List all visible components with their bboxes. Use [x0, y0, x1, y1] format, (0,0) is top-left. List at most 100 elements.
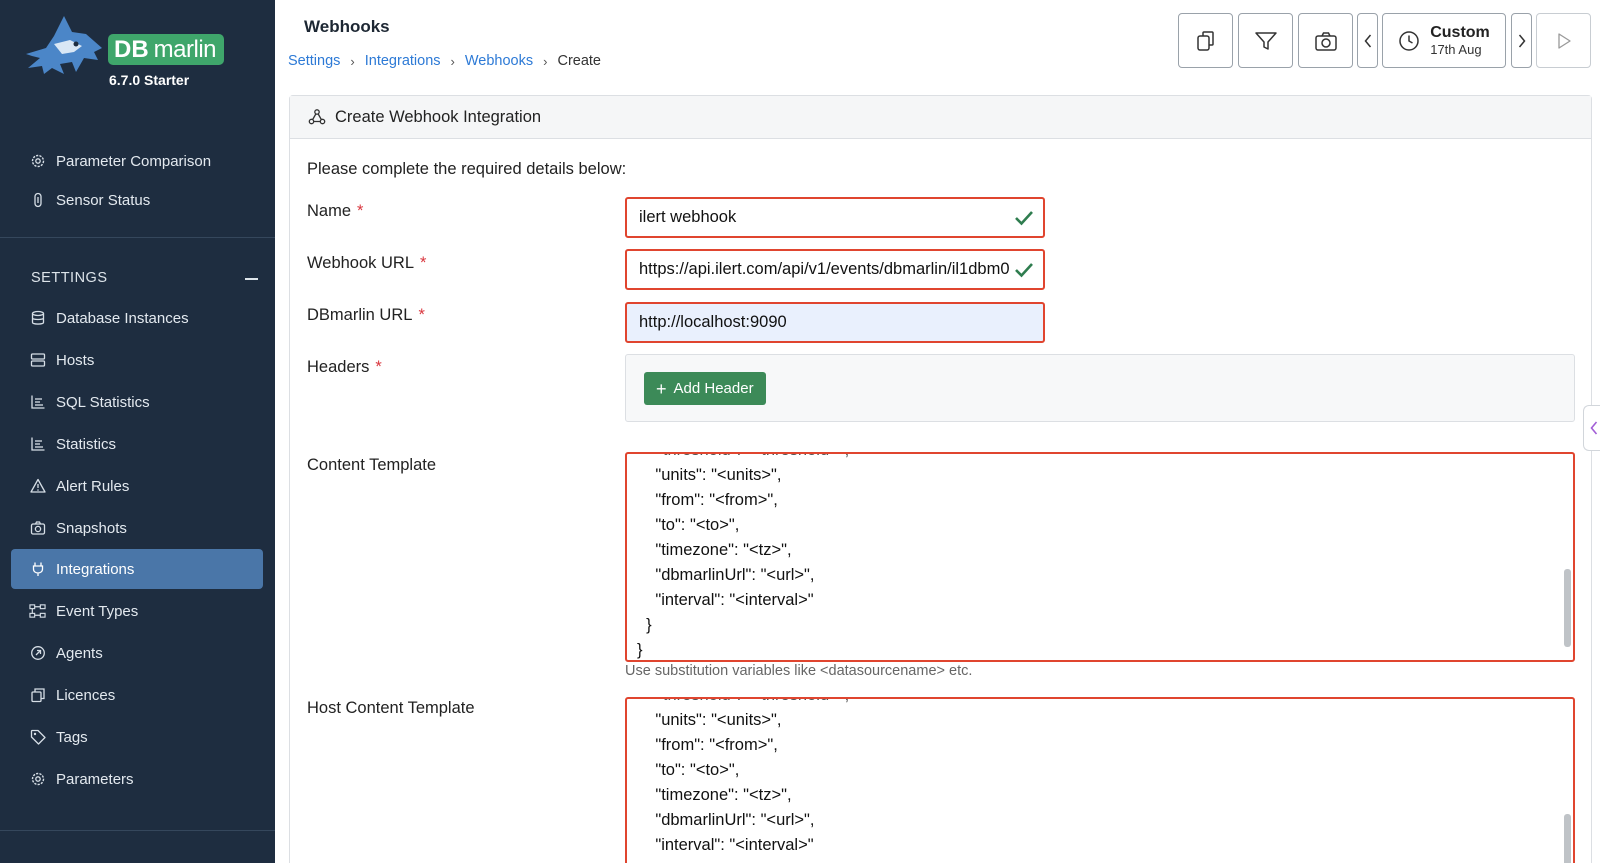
sidebar-item-label: Event Types	[56, 602, 139, 620]
sidebar-divider	[0, 237, 275, 238]
snapshot-button[interactable]	[1298, 13, 1353, 68]
tag-icon	[29, 729, 46, 746]
host-template-clipped-line: "threshold": "<threshold>",	[657, 699, 849, 705]
filter-button[interactable]	[1238, 13, 1293, 68]
plug-icon	[29, 561, 46, 578]
host-content-template-textarea[interactable]: "threshold": "<threshold>", "units": "<u…	[625, 697, 1575, 863]
app-version: 6.7.0 Starter	[109, 72, 190, 88]
content-template-textarea[interactable]: "threshold": "<threshold>", "units": "<u…	[625, 452, 1575, 662]
content-template-line: "to": "<to>",	[637, 516, 740, 534]
host-template-line: "interval": "<interval>"	[637, 836, 814, 854]
dbmarlin-url-label-text: DBmarlin URL	[307, 306, 413, 324]
breadcrumb-separator-icon: ›	[350, 53, 355, 69]
logo-wordmark: DB marlin	[108, 34, 224, 65]
previous-range-button[interactable]	[1357, 13, 1378, 68]
host-template-line: "units": "<units>",	[637, 711, 782, 729]
add-header-button[interactable]: + Add Header	[644, 372, 766, 405]
webhook-url-label-text: Webhook URL	[307, 254, 415, 272]
sidebar-item-sensor-status[interactable]: Sensor Status	[11, 180, 263, 220]
scrollbar[interactable]	[1564, 569, 1571, 647]
required-marker: *	[357, 202, 364, 220]
camera-icon	[29, 520, 46, 537]
copy-button[interactable]	[1178, 13, 1233, 68]
host-template-line: "timezone": "<tz>",	[637, 786, 792, 804]
sidebar-item-database-instances[interactable]: Database Instances	[11, 298, 263, 338]
sidebar-item-hosts[interactable]: Hosts	[11, 340, 263, 380]
gear-icon	[29, 153, 46, 170]
webhook-url-field[interactable]: https://api.ilert.com/api/v1/events/dbma…	[625, 249, 1045, 290]
sidebar-item-licences[interactable]: Licences	[11, 675, 263, 715]
scrollbar[interactable]	[1564, 814, 1571, 863]
breadcrumb: Settings › Integrations › Webhooks › Cre…	[288, 53, 601, 69]
sidebar-item-event-types[interactable]: Event Types	[11, 591, 263, 631]
host-content-template-label: Host Content Template	[307, 699, 475, 717]
webhook-url-label: Webhook URL *	[307, 254, 426, 273]
sidebar-item-snapshots[interactable]: Snapshots	[11, 508, 263, 548]
content-template-line: "from": "<from>",	[637, 491, 778, 509]
sidebar-item-alert-rules[interactable]: Alert Rules	[11, 466, 263, 506]
breadcrumb-current: Create	[557, 53, 601, 69]
sidebar-item-sql-statistics[interactable]: SQL Statistics	[11, 382, 263, 422]
side-panel-toggle[interactable]	[1583, 405, 1600, 451]
chevron-left-icon	[1364, 34, 1371, 47]
time-range-label: Custom	[1430, 24, 1490, 41]
sidebar-item-label: Parameter Comparison	[56, 152, 212, 170]
form-intro: Please complete the required details bel…	[307, 160, 627, 178]
next-range-button[interactable]	[1511, 13, 1532, 68]
sidebar-item-label: Database Instances	[56, 309, 189, 327]
name-field[interactable]: ilert webhook	[625, 197, 1045, 238]
server-icon	[29, 352, 46, 369]
sidebar-item-label: Integrations	[56, 560, 135, 578]
breadcrumb-separator-icon: ›	[543, 53, 548, 69]
sidebar-item-parameter-comparison[interactable]: Parameter Comparison	[11, 141, 263, 181]
required-marker: *	[418, 306, 425, 324]
sidebar: DB marlin 6.7.0 Starter Parameter Compar…	[0, 0, 275, 863]
chevron-right-icon	[1518, 34, 1525, 47]
dbmarlin-url-field[interactable]: http://localhost:9090	[625, 302, 1045, 343]
sidebar-item-label: Snapshots	[56, 519, 127, 537]
breadcrumb-separator-icon: ›	[450, 53, 455, 69]
sidebar-item-label: Hosts	[56, 351, 95, 369]
play-button[interactable]	[1536, 13, 1591, 68]
clock-icon	[1399, 30, 1419, 51]
chart-icon	[29, 436, 46, 453]
dbmarlin-url-value: http://localhost:9090	[639, 313, 787, 331]
breadcrumb-settings[interactable]: Settings	[288, 53, 340, 69]
breadcrumb-webhooks[interactable]: Webhooks	[465, 53, 533, 69]
settings-heading: SETTINGS	[31, 270, 108, 286]
headers-label-text: Headers	[307, 358, 370, 376]
breadcrumb-integrations[interactable]: Integrations	[365, 53, 441, 69]
logo-marlin-text: marlin	[153, 35, 217, 63]
collapse-icon[interactable]	[245, 278, 258, 280]
app-logo[interactable]: DB marlin 6.7.0 Starter	[24, 14, 234, 104]
copy-icon	[1196, 30, 1214, 51]
database-icon	[29, 310, 46, 327]
sidebar-item-tags[interactable]: Tags	[11, 717, 263, 757]
content-template-line: }	[637, 616, 652, 634]
sidebar-item-label: Licences	[56, 686, 116, 704]
sensor-icon	[29, 192, 46, 209]
name-field-value: ilert webhook	[639, 208, 737, 226]
sidebar-item-integrations[interactable]: Integrations	[11, 549, 263, 589]
gear-icon	[29, 771, 46, 788]
host-template-line: "to": "<to>",	[637, 761, 740, 779]
sidebar-item-statistics[interactable]: Statistics	[11, 424, 263, 464]
content-template-line: "dbmarlinUrl": "<url>",	[637, 566, 815, 584]
sidebar-item-label: Parameters	[56, 770, 134, 788]
sidebar-divider	[0, 830, 275, 831]
webhook-form-card: Create Webhook Integration Please comple…	[289, 95, 1592, 863]
host-template-line: "dbmarlinUrl": "<url>",	[637, 811, 815, 829]
sidebar-item-agents[interactable]: Agents	[11, 633, 263, 673]
marlin-logo-icon	[26, 16, 102, 74]
time-range-button[interactable]: Custom 17th Aug	[1382, 13, 1506, 68]
webhook-icon	[308, 108, 326, 126]
webhook-url-value: https://api.ilert.com/api/v1/events/dbma…	[639, 260, 1010, 278]
sidebar-item-parameters[interactable]: Parameters	[11, 759, 263, 799]
sidebar-item-label: Sensor Status	[56, 191, 151, 209]
camera-icon	[1314, 31, 1337, 51]
content-template-line: }	[637, 641, 643, 659]
host-template-line: "from": "<from>",	[637, 736, 778, 754]
dbmarlin-url-label: DBmarlin URL *	[307, 306, 425, 325]
required-marker: *	[420, 254, 427, 272]
sidebar-item-label: Agents	[56, 644, 103, 662]
